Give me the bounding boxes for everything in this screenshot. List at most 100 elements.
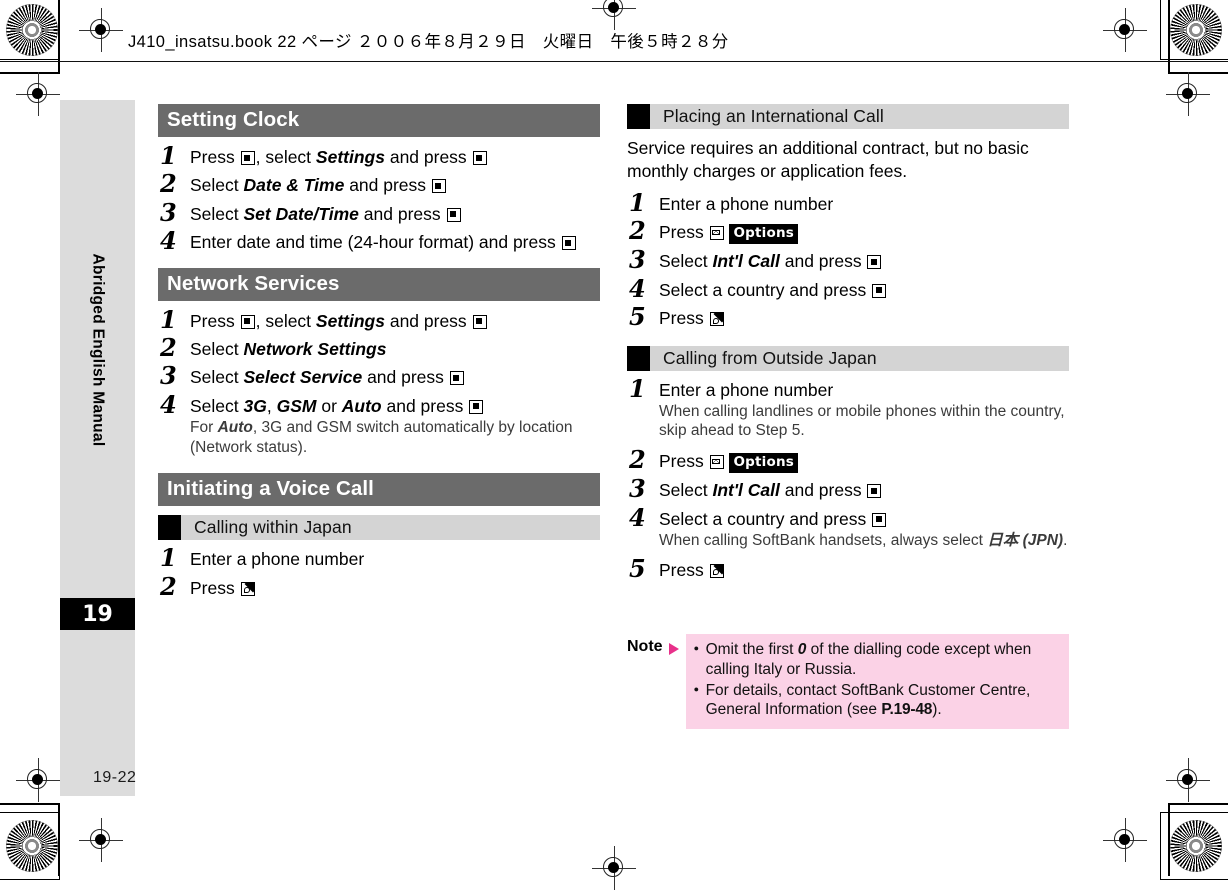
- registration-mark-bottom-center: [592, 846, 636, 890]
- section-heading-initiating-voice-call: Initiating a Voice Call: [158, 473, 600, 507]
- step-subnote: When calling landlines or mobile phones …: [659, 402, 1065, 440]
- note-item: For details, contact SoftBank Customer C…: [694, 681, 1061, 721]
- steps-placing-international-call: 1 Enter a phone number 2 Press Options 3 Se…: [627, 187, 1069, 332]
- subsection-marker-square: [627, 104, 650, 129]
- subsection-title: Calling within Japan: [194, 517, 352, 538]
- center-key-icon: [867, 484, 882, 499]
- step-number: 4: [160, 226, 177, 256]
- note-label: Note: [627, 638, 663, 655]
- step-text-pre: Press: [190, 577, 240, 598]
- center-key-icon: [446, 207, 461, 222]
- step-number: 4: [629, 502, 646, 532]
- note-text-pre: For details, contact SoftBank Customer C…: [705, 681, 1031, 719]
- step-text-pre: Enter date and time (24-hour format) and…: [190, 232, 561, 253]
- step-item: 1 Press , select Settings and press: [158, 304, 600, 334]
- step-number: 1: [160, 304, 177, 334]
- step-emphasis: Settings: [315, 147, 385, 167]
- steps-calling-outside-japan: 1 Enter a phone number When calling landl…: [627, 376, 1069, 583]
- registration-mark-bottom-right: [1166, 758, 1210, 802]
- center-key-icon: [431, 179, 446, 194]
- side-tab-label: Abridged English Manual: [89, 253, 107, 447]
- registration-mark-top-center: [592, 0, 636, 30]
- step-emphasis: 3G: [243, 395, 267, 416]
- step-text-pre: Select: [190, 203, 244, 224]
- step-item: 2 Select Date & Time and press: [158, 169, 600, 199]
- note-page-reference: P.19-48: [881, 701, 933, 719]
- step-text-pre: Press: [659, 308, 709, 329]
- note-list: Omit the first 0 of the dialling code ex…: [694, 640, 1061, 720]
- step-emphasis-2: GSM: [276, 395, 317, 416]
- step-emphasis: Network Settings: [243, 338, 387, 359]
- step-text-post: and press: [779, 251, 867, 272]
- softkey-options-label: Options: [729, 223, 799, 245]
- trim-box-top-left: [0, 0, 60, 60]
- step-text-pre: Select: [190, 175, 244, 196]
- step-text-post: and press: [358, 203, 446, 224]
- steps-network-services: 1 Press , select Settings and press 2 Sele…: [158, 304, 600, 458]
- left-column: Setting Clock 1 Press , select Settings a…: [158, 104, 600, 605]
- note-text-post: ).: [932, 701, 942, 719]
- trim-box-bottom-left: [0, 812, 60, 880]
- step-item: 1 Enter a phone number: [158, 546, 600, 570]
- center-key-icon: [469, 399, 484, 414]
- subsection-marker-square: [627, 345, 650, 371]
- note-text-pre: Omit the first: [705, 641, 798, 658]
- step-text-pre: Select a country and press: [659, 508, 872, 529]
- step-subnote: When calling SoftBank handsets, always s…: [659, 531, 1069, 551]
- step-item: 2 Select Network Settings: [158, 335, 600, 360]
- step-number: 3: [160, 197, 177, 227]
- registration-mark-bottom-center-left: [79, 818, 123, 862]
- step-subnote-pre: For: [190, 419, 218, 437]
- step-number: 4: [629, 273, 646, 303]
- subsection-lead-text: Service requires an additional contract,…: [627, 138, 1029, 181]
- step-item: 1 Enter a phone number: [627, 187, 1069, 217]
- step-item: 2 Press Options: [627, 218, 1069, 245]
- step-number: 3: [629, 474, 646, 504]
- step-subnote-pre: When calling SoftBank handsets, always s…: [659, 532, 988, 550]
- step-number: 5: [629, 302, 646, 332]
- print-file-header: J410_insatsu.book 22 ページ ２００６年８月２９日 火曜日 …: [128, 33, 729, 51]
- trim-box-bottom-right: [1160, 812, 1228, 880]
- step-text-pre: Enter a phone number: [190, 549, 365, 570]
- step-text-pre: Select: [659, 251, 713, 272]
- note-block: Note Omit the first 0 of the dialling co…: [627, 634, 1069, 730]
- step-text-pre: Enter a phone number: [659, 379, 834, 400]
- crop-line-bottom-left-v: [58, 803, 60, 876]
- registration-mark-bottom-left: [16, 758, 60, 802]
- step-number: 1: [629, 187, 646, 217]
- step-text-post: and press: [384, 147, 472, 167]
- step-text-mid: , select: [255, 310, 316, 331]
- step-number: 3: [629, 245, 646, 275]
- note-arrow-icon: [668, 643, 679, 655]
- note-box: Omit the first 0 of the dialling code ex…: [685, 634, 1069, 730]
- step-text-pre: Select: [190, 367, 244, 388]
- step-text-pre: Press: [190, 147, 240, 167]
- step-emphasis: Date & Time: [243, 175, 345, 196]
- center-key-icon: [872, 283, 887, 298]
- page-rule-top: [0, 61, 1228, 63]
- center-key-icon: [872, 512, 887, 527]
- step-emphasis-3: Auto: [341, 395, 382, 416]
- subsection-heading-placing-international-call: Placing an International Call: [627, 104, 1069, 129]
- step-number: 2: [160, 169, 177, 199]
- step-emphasis: Select Service: [243, 367, 363, 388]
- step-text-post: and press: [779, 480, 867, 501]
- center-key-icon: [449, 371, 464, 386]
- mail-key-icon: [709, 225, 724, 240]
- step-item: 1 Enter a phone number When calling landl…: [627, 376, 1069, 441]
- step-item: 5 Press: [627, 553, 1069, 583]
- chapter-number-badge: 19: [60, 598, 135, 630]
- crop-line-bottom-right-h: [1168, 803, 1228, 805]
- subsection-title: Calling from Outside Japan: [663, 347, 877, 368]
- step-text-pre: Select: [190, 338, 244, 359]
- step-subnote-emphasis: 日本 (JPN): [987, 532, 1064, 550]
- subsection-marker-square: [158, 515, 181, 541]
- step-number: 4: [160, 389, 177, 419]
- crop-line-bottom-right-v: [1168, 803, 1170, 876]
- step-number: 5: [629, 553, 646, 583]
- step-subnote-tail: .: [1063, 532, 1068, 550]
- step-text-post: and press: [362, 367, 449, 388]
- step-text-pre: Select a country and press: [659, 279, 872, 300]
- registration-mark-top-center-left: [79, 8, 123, 52]
- step-text-pre: Press: [659, 559, 709, 580]
